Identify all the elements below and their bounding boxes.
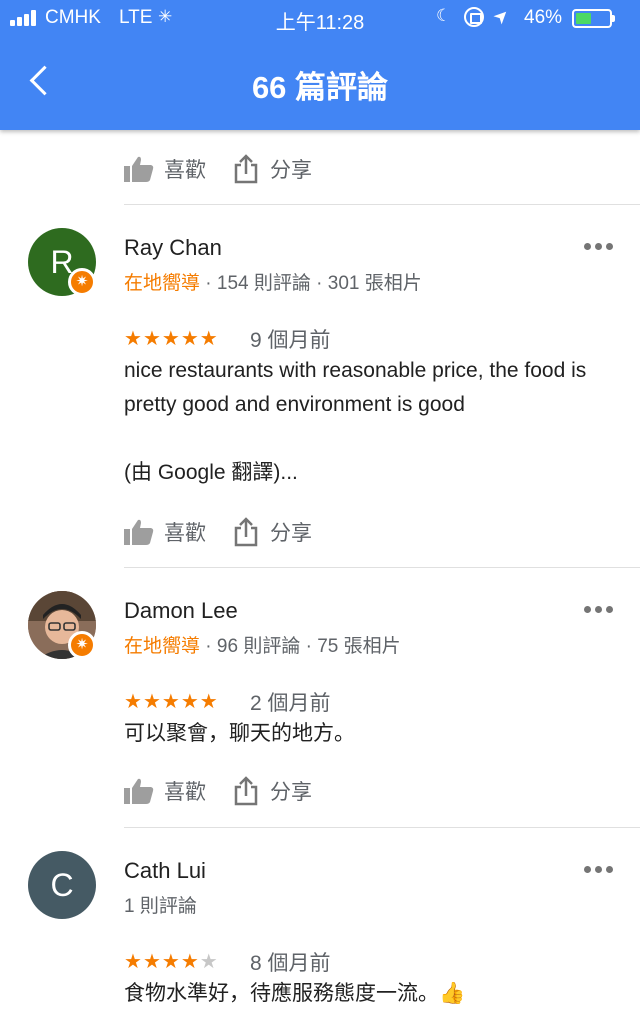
- like-button[interactable]: 喜歡: [124, 154, 206, 184]
- avatar[interactable]: C: [28, 851, 96, 919]
- page-title: 66 篇評論: [251, 70, 389, 105]
- share-icon: [234, 776, 258, 806]
- share-icon: [234, 154, 258, 184]
- status-bar: CMHK LTE ✳ 上午11:28 ☾ ➤ 46%: [0, 0, 640, 36]
- review-text[interactable]: 可以聚會，聊天的地方。: [124, 717, 624, 751]
- more-options-icon[interactable]: [584, 604, 614, 614]
- battery-percent: 46%: [524, 7, 563, 28]
- star-filled-icon: ★: [199, 328, 219, 350]
- local-guide-badge-icon: ✷: [68, 631, 96, 659]
- review-actions: 喜歡 分享: [124, 516, 312, 548]
- star-filled-icon: ★: [142, 951, 162, 973]
- review-text[interactable]: nice restaurants with reasonable price, …: [124, 354, 624, 490]
- review-card: R ✷ Ray Chan 在地嚮導 · 154 則評論 · 301 張相片 ★★…: [0, 204, 640, 568]
- star-filled-icon: ★: [199, 691, 219, 713]
- rotation-lock-icon: [464, 7, 484, 27]
- review-list[interactable]: 喜歡 分享 R ✷ Ray Chan 在地嚮導 · 154 則評論 · 301 …: [0, 130, 640, 1024]
- review-count: 154 則評論: [216, 273, 311, 294]
- review-time: 8 個月前: [250, 952, 331, 975]
- like-button[interactable]: 喜歡: [124, 776, 206, 806]
- star-rating: ★★★★★: [124, 689, 219, 714]
- share-icon: [234, 517, 258, 547]
- battery-icon: [572, 9, 615, 28]
- reviewer-name[interactable]: Cath Lui: [124, 858, 206, 884]
- star-filled-icon: ★: [161, 951, 181, 973]
- local-guide-label: 在地嚮導: [124, 636, 201, 657]
- more-options-icon[interactable]: [584, 241, 614, 251]
- like-label: 喜歡: [164, 781, 206, 804]
- thumbs-up-icon: [124, 156, 154, 182]
- star-filled-icon: ★: [161, 691, 181, 713]
- like-label: 喜歡: [164, 522, 206, 545]
- share-label: 分享: [270, 159, 312, 182]
- like-label: 喜歡: [164, 159, 206, 182]
- review-actions: 喜歡 分享: [124, 153, 312, 185]
- photo-count: 301 張相片: [327, 273, 422, 294]
- do-not-disturb-icon: ☾: [436, 6, 452, 25]
- local-guide-badge-icon: ✷: [68, 268, 96, 296]
- review-time: 9 個月前: [250, 329, 331, 352]
- review-card: C Cath Lui 1 則評論 ★★★★★ 8 個月前 食物水準好，待應服務態…: [0, 827, 640, 1024]
- star-filled-icon: ★: [142, 328, 162, 350]
- review-actions: 喜歡 分享: [124, 775, 312, 807]
- reviewer-meta: 在地嚮導 · 154 則評論 · 301 張相片: [124, 273, 422, 294]
- thumbs-up-icon: [124, 519, 154, 545]
- reviewer-name[interactable]: Damon Lee: [124, 598, 238, 624]
- star-empty-icon: ★: [199, 951, 219, 973]
- share-button[interactable]: 分享: [234, 517, 312, 547]
- review-card: ✷ Damon Lee 在地嚮導 · 96 則評論 · 75 張相片 ★★★★★…: [0, 567, 640, 827]
- reviewer-meta: 在地嚮導 · 96 則評論 · 75 張相片: [124, 636, 401, 657]
- share-button[interactable]: 分享: [234, 776, 312, 806]
- star-filled-icon: ★: [180, 328, 200, 350]
- star-filled-icon: ★: [142, 691, 162, 713]
- reviewer-name[interactable]: Ray Chan: [124, 235, 222, 261]
- share-button[interactable]: 分享: [234, 154, 312, 184]
- more-options-icon[interactable]: [584, 864, 614, 874]
- star-filled-icon: ★: [124, 328, 143, 350]
- review-count: 1 則評論: [124, 896, 197, 917]
- star-filled-icon: ★: [161, 328, 181, 350]
- star-rating: ★★★★★: [124, 326, 219, 351]
- star-filled-icon: ★: [124, 951, 143, 973]
- review-time: 2 個月前: [250, 692, 331, 715]
- photo-count: 75 張相片: [317, 636, 401, 657]
- review-text[interactable]: 食物水準好，待應服務態度一流。👍: [124, 977, 624, 1011]
- app-bar: CMHK LTE ✳ 上午11:28 ☾ ➤ 46% 66 篇評論: [0, 0, 640, 130]
- star-filled-icon: ★: [180, 691, 200, 713]
- star-rating: ★★★★★: [124, 949, 219, 974]
- share-label: 分享: [270, 781, 312, 804]
- share-label: 分享: [270, 522, 312, 545]
- star-filled-icon: ★: [124, 691, 143, 713]
- thumbs-up-icon: [124, 778, 154, 804]
- local-guide-label: 在地嚮導: [124, 273, 201, 294]
- star-filled-icon: ★: [180, 951, 200, 973]
- review-count: 96 則評論: [216, 636, 301, 657]
- like-button[interactable]: 喜歡: [124, 517, 206, 547]
